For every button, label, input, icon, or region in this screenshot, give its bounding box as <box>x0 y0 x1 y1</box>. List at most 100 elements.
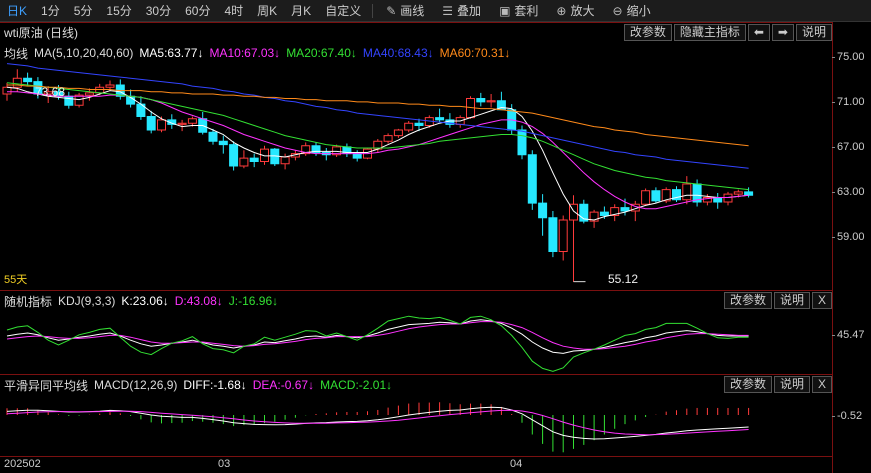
candle-body <box>208 131 218 142</box>
candle-body <box>651 190 661 202</box>
kdj-panel-buttons: 改参数 说明 X <box>722 292 832 309</box>
candle-body <box>393 129 403 137</box>
toolbar-divider <box>372 3 374 18</box>
macd-close-button[interactable]: X <box>811 376 832 393</box>
timeframe-tab[interactable]: 5分 <box>67 0 100 22</box>
candle-body <box>177 122 187 125</box>
kdj-name: 随机指标 <box>4 294 53 309</box>
candle-body <box>538 202 548 219</box>
main-panel-buttons: 改参数 隐藏主指标 ⬅ ➡ 说明 <box>622 24 832 41</box>
candle-body <box>548 217 558 252</box>
timeframe-tab[interactable]: 1分 <box>34 0 67 22</box>
help-button[interactable]: 说明 <box>795 24 832 41</box>
kdj-k-value: K:23.06↓ <box>121 294 169 308</box>
macd-help-button[interactable]: 说明 <box>773 376 810 393</box>
ma5-value: MA5:63.77↓ <box>139 46 204 60</box>
candle-body <box>435 117 445 121</box>
timeframe-tab[interactable]: 4时 <box>217 0 250 22</box>
macd-dea-value: DEA:-0.67↓ <box>252 378 315 392</box>
timeframe-tab[interactable]: 30分 <box>139 0 178 22</box>
candle-body <box>620 207 630 212</box>
tool-label: 缩小 <box>626 4 651 18</box>
layers-icon: ☰ <box>442 3 454 18</box>
candle-body <box>84 92 94 96</box>
kdj-axis: 45.47 <box>832 290 871 374</box>
ma20-line <box>6 82 749 191</box>
x-axis <box>0 456 832 473</box>
candle-body <box>157 119 166 131</box>
timeframe-tab[interactable]: 日K <box>0 0 34 22</box>
kdj-help-button[interactable]: 说明 <box>773 292 810 309</box>
low-price-label: 55.12 <box>608 272 639 286</box>
kdj-change-params-button[interactable]: 改参数 <box>723 292 772 309</box>
candle-body <box>23 77 33 83</box>
kdj-panel: 随机指标 KDJ(9,3,3) K:23.06↓ D:43.08↓ J:-16.… <box>0 290 832 374</box>
candle-body <box>641 190 651 205</box>
macd-panel-buttons: 改参数 说明 X <box>722 376 832 393</box>
candle-body <box>12 77 22 88</box>
kdj-y-tick: 45.47 <box>832 329 865 341</box>
macd-diff-value: DIFF:-1.68↓ <box>183 378 247 392</box>
timeframe-tab[interactable]: 60分 <box>178 0 217 22</box>
candle-body <box>146 116 156 131</box>
timeframe-tab[interactable]: 周K <box>250 0 284 22</box>
tool-label: 叠加 <box>457 4 482 18</box>
arrow-right-icon[interactable]: ➡ <box>771 24 794 41</box>
macd-change-params-button[interactable]: 改参数 <box>723 376 772 393</box>
kdj-close-button[interactable]: X <box>811 292 832 309</box>
y-tick: 67.00 <box>832 141 865 153</box>
kdj-k-line <box>6 319 749 354</box>
macd-axis: -0.52 <box>831 374 871 473</box>
x-label: 202502 <box>4 458 41 470</box>
y-tick: 59.00 <box>832 231 865 243</box>
price-panel: wti原油 (日线) 改参数 隐藏主指标 ⬅ ➡ 说明 均线 MA(5,10,2… <box>0 22 832 290</box>
macd-name: 平滑异同平均线 <box>4 378 89 393</box>
x-label: 03 <box>218 458 231 470</box>
macd-macd-value: MACD:-2.01↓ <box>320 378 393 392</box>
candle-body <box>527 154 537 204</box>
candle-body <box>352 153 362 159</box>
price-chart[interactable] <box>0 23 832 291</box>
toolbar: 日K 1分 5分 15分 30分 60分 4时 周K 月K 自定义 ✎ 画线 ☰ 叠加 ▣ 套利 ⊕ 放大 ⊖ 缩小 <box>0 0 871 22</box>
pencil-icon: ✎ <box>386 3 397 18</box>
candle-body <box>599 211 609 216</box>
candle-body <box>64 95 74 106</box>
candle-body <box>2 86 12 95</box>
tool-buttons: ✎ 画线 ☰ 叠加 ▣ 套利 ⊕ 放大 ⊖ 缩小 <box>377 0 659 22</box>
macd-panel: 平滑异同平均线 MACD(12,26,9) DIFF:-1.68↓ DEA:-0… <box>0 374 832 456</box>
zoom-in-button[interactable]: ⊕ 放大 <box>547 0 603 22</box>
high-price-label: 73.68 <box>35 85 66 99</box>
pencil-button[interactable]: ✎ 画线 <box>377 0 433 22</box>
ma-legend: 均线 MA(5,10,20,40,60) MA5:63.77↓ MA10:67.… <box>0 44 832 62</box>
candle-body <box>249 157 259 162</box>
zoom-out-button[interactable]: ⊖ 缩小 <box>604 0 660 22</box>
candle-body <box>682 183 692 201</box>
kdj-params: KDJ(9,3,3) <box>58 294 116 308</box>
candle-body <box>218 140 228 146</box>
candle-body <box>229 144 239 167</box>
hide-main-indicator-button[interactable]: 隐藏主指标 <box>673 24 746 41</box>
macd-params: MACD(12,26,9) <box>94 378 178 392</box>
ma-params: MA(5,10,20,40,60) <box>34 46 134 60</box>
ma60-value: MA60:70.31↓ <box>439 46 511 60</box>
bag-icon: ▣ <box>499 3 511 18</box>
candle-body <box>476 98 486 103</box>
price-axis: 75.00 71.00 67.00 63.00 59.00 <box>832 22 871 290</box>
candle-body <box>187 118 197 124</box>
timeframe-tab[interactable]: 15分 <box>99 0 138 22</box>
candle-body <box>733 191 743 195</box>
candle-body <box>383 135 393 142</box>
candle-body <box>517 129 527 156</box>
kdj-d-value: D:43.08↓ <box>174 294 223 308</box>
change-params-button[interactable]: 改参数 <box>623 24 672 41</box>
candle-body <box>744 191 754 196</box>
candle-body <box>486 100 496 103</box>
layers-button[interactable]: ☰ 叠加 <box>433 0 490 22</box>
timeframe-tabs: 日K 1分 5分 15分 30分 60分 4时 周K 月K 自定义 <box>0 0 368 22</box>
arrow-left-icon[interactable]: ⬅ <box>747 24 770 41</box>
timeframe-tab[interactable]: 月K <box>284 0 318 22</box>
bag-button[interactable]: ▣ 套利 <box>490 0 547 22</box>
timeframe-tab[interactable]: 自定义 <box>318 0 368 22</box>
tool-label: 套利 <box>514 4 539 18</box>
kdj-j-value: J:-16.96↓ <box>228 294 279 308</box>
